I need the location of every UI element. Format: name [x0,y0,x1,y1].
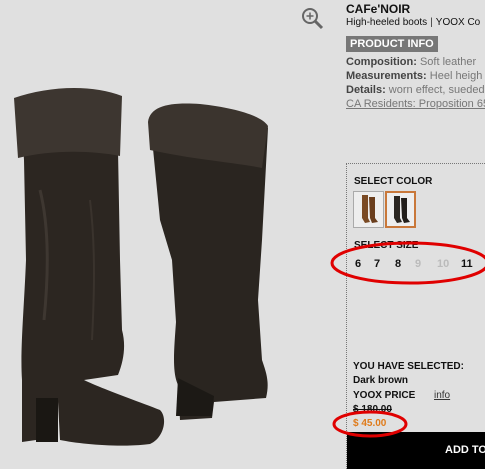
zoom-button[interactable] [300,6,326,32]
composition-detail: Composition: Soft leather [346,56,476,68]
dark-boots-thumbnail [394,196,410,223]
size-option-11[interactable]: 11 [461,258,473,270]
size-option-6[interactable]: 6 [355,258,361,270]
product-subline: High-heeled boots | YOOX Co [346,17,480,28]
prop65-link[interactable]: CA Residents: Proposition 65 [346,98,485,110]
brown-boots-thumbnail [362,195,378,223]
price-info-link[interactable]: info [434,390,450,401]
select-color-label: SELECT COLOR [354,176,433,187]
tab-product-info[interactable]: PRODUCT INFO [346,36,438,52]
composition-value: Soft leather [416,56,477,68]
zoom-in-icon [302,8,324,30]
select-size-label: SELECT SIZE [354,240,419,251]
details-label: Details: [346,84,386,96]
selected-color-name: Dark brown [353,375,409,386]
separator: | [430,17,433,28]
boots-illustration [14,87,268,446]
purchase-panel: SELECT COLOR SELECT SIZE 6 7 8 9 10 11 Y… [346,163,485,469]
size-option-9: 9 [415,258,422,270]
original-price: $ 180.00 [353,404,392,415]
details-value: worn effect, sueded [385,84,485,96]
product-category: High-heeled boots [346,17,428,28]
color-swatch-dark-brown[interactable] [385,191,416,228]
color-swatch-brown[interactable] [353,191,384,228]
sale-price: $ 45.00 [353,418,387,429]
composition-label: Composition: [346,56,417,68]
product-source: YOOX Co [435,17,481,28]
you-have-selected-label: YOU HAVE SELECTED: [353,361,464,372]
measurements-value: Heel heigh [426,70,483,82]
product-image [0,0,345,469]
size-option-7[interactable]: 7 [374,258,380,270]
measurements-detail: Measurements: Heel heigh [346,70,482,82]
brand-name: CAFe'NOIR [346,2,411,16]
measurements-label: Measurements: [346,70,427,82]
size-option-10: 10 [437,258,450,270]
details-detail: Details: worn effect, sueded [346,84,485,96]
size-option-8[interactable]: 8 [395,258,401,270]
price-label: YOOX PRICE [353,390,416,401]
add-to-cart-button[interactable]: ADD TO [347,432,485,469]
